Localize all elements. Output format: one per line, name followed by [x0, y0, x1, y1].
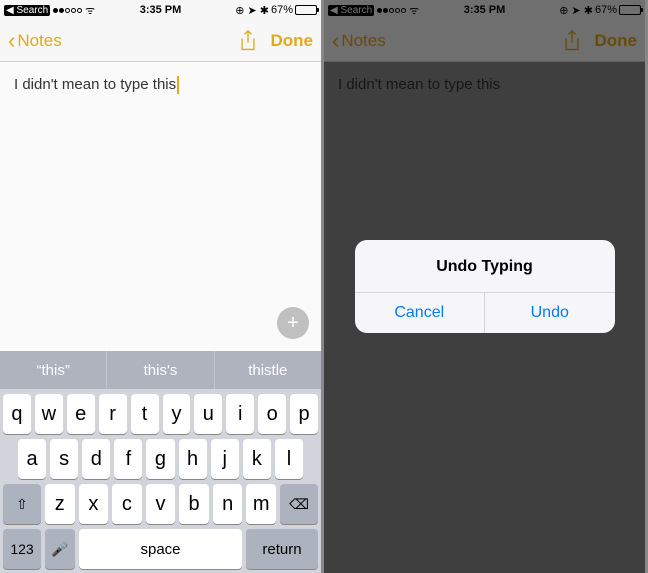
status-indicators: ⊕ ➤ ✱ [235, 4, 269, 17]
key-w[interactable]: w [35, 394, 63, 434]
suggestion-3[interactable]: thistle [215, 351, 321, 389]
key-backspace[interactable]: ⌫ [280, 484, 318, 524]
key-p[interactable]: p [290, 394, 318, 434]
note-editor[interactable]: I didn't mean to type this + [0, 62, 321, 351]
key-mic[interactable]: 🎤 [45, 529, 75, 569]
key-u[interactable]: u [194, 394, 222, 434]
status-time: 3:35 PM [140, 4, 182, 16]
key-n[interactable]: n [213, 484, 243, 524]
key-numbers[interactable]: 123 [3, 529, 41, 569]
key-i[interactable]: i [226, 394, 254, 434]
key-j[interactable]: j [211, 439, 239, 479]
signal-dots [53, 8, 82, 13]
battery-pct: 67% [271, 4, 293, 16]
key-y[interactable]: y [163, 394, 191, 434]
key-d[interactable]: d [82, 439, 110, 479]
key-l[interactable]: l [275, 439, 303, 479]
key-return[interactable]: return [246, 529, 318, 569]
key-t[interactable]: t [131, 394, 159, 434]
battery-icon [295, 5, 317, 15]
wifi-icon: ᯤ [85, 3, 95, 18]
phone-right: ◀ Search ᯤ 3:35 PM ⊕ ➤ ✱ 67% ‹ Notes Don… [324, 0, 648, 573]
back-to-app[interactable]: ◀ Search [4, 5, 50, 16]
cancel-button[interactable]: Cancel [355, 293, 486, 333]
key-o[interactable]: o [258, 394, 286, 434]
key-row-2: a s d f g h j k l [0, 434, 321, 479]
note-text: I didn't mean to type this [14, 76, 176, 93]
key-x[interactable]: x [79, 484, 109, 524]
add-attachment-button[interactable]: + [277, 307, 309, 339]
share-icon[interactable] [239, 30, 257, 52]
done-button[interactable]: Done [271, 31, 314, 51]
key-b[interactable]: b [179, 484, 209, 524]
key-m[interactable]: m [246, 484, 276, 524]
alert-title: Undo Typing [355, 240, 615, 292]
undo-button[interactable]: Undo [485, 293, 615, 333]
mic-icon: 🎤 [51, 541, 68, 558]
status-bar: ◀ Search ᯤ 3:35 PM ⊕ ➤ ✱ 67% [0, 0, 321, 20]
key-g[interactable]: g [146, 439, 174, 479]
key-r[interactable]: r [99, 394, 127, 434]
suggestion-bar: “this” this's thistle [0, 351, 321, 389]
back-label: Notes [17, 31, 61, 51]
key-h[interactable]: h [179, 439, 207, 479]
key-v[interactable]: v [146, 484, 176, 524]
back-button[interactable]: ‹ Notes [8, 28, 62, 54]
key-space[interactable]: space [79, 529, 242, 569]
key-c[interactable]: c [112, 484, 142, 524]
key-e[interactable]: e [67, 394, 95, 434]
key-shift[interactable]: ⇧ [3, 484, 41, 524]
key-q[interactable]: q [3, 394, 31, 434]
undo-alert: Undo Typing Cancel Undo [355, 240, 615, 333]
key-z[interactable]: z [45, 484, 75, 524]
key-s[interactable]: s [50, 439, 78, 479]
key-row-4: 123 🎤 space return [0, 524, 321, 569]
key-a[interactable]: a [18, 439, 46, 479]
key-k[interactable]: k [243, 439, 271, 479]
modal-overlay: Undo Typing Cancel Undo [324, 0, 645, 573]
keyboard: “this” this's thistle q w e r t y u i o … [0, 351, 321, 573]
nav-bar: ‹ Notes Done [0, 20, 321, 62]
key-f[interactable]: f [114, 439, 142, 479]
chevron-left-icon: ‹ [8, 28, 15, 54]
text-cursor [177, 76, 179, 94]
suggestion-2[interactable]: this's [107, 351, 214, 389]
suggestion-1[interactable]: “this” [0, 351, 107, 389]
phone-left: ◀ Search ᯤ 3:35 PM ⊕ ➤ ✱ 67% ‹ Notes Don… [0, 0, 324, 573]
key-row-1: q w e r t y u i o p [0, 389, 321, 434]
key-row-3: ⇧ z x c v b n m ⌫ [0, 479, 321, 524]
